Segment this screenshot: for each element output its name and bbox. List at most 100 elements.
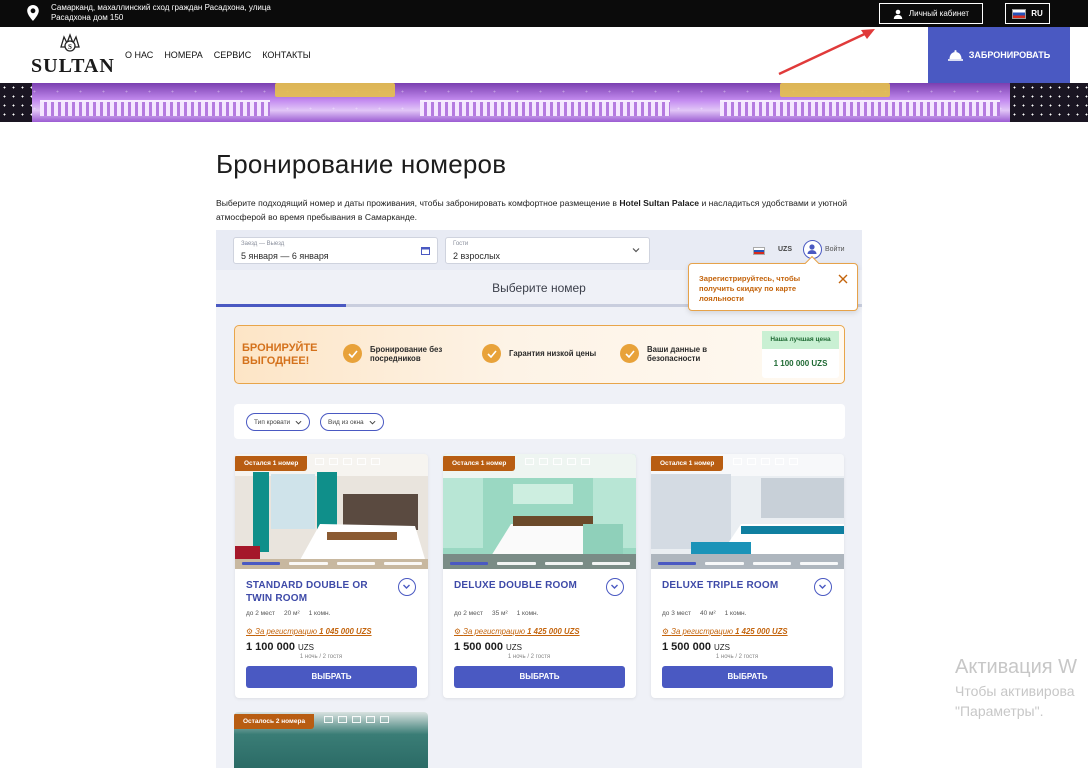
- language-switcher[interactable]: RU: [1005, 3, 1050, 24]
- loyalty-price-value: 1 425 000 UZS: [735, 627, 788, 636]
- room-photo-image: [443, 454, 636, 569]
- medal-icon: ⚙: [454, 627, 464, 636]
- photo-carousel-dots: [242, 562, 422, 565]
- select-room-button[interactable]: ВЫБРАТЬ: [662, 666, 833, 688]
- nav-item-contacts[interactable]: КОНТАКТЫ: [262, 50, 311, 60]
- promo-item-no-intermediaries: Бронирование без посредников: [343, 344, 452, 363]
- carousel-dot[interactable]: [591, 562, 630, 565]
- book-now-label: ЗАБРОНИРОВАТЬ: [968, 50, 1051, 60]
- guests-field[interactable]: Гости 2 взрослых: [445, 237, 650, 264]
- safe-icon: [366, 716, 375, 723]
- close-icon[interactable]: [838, 274, 848, 284]
- intro-text-start: Выберите подходящий номер и даты прожива…: [216, 198, 620, 208]
- tv-icon: [553, 458, 562, 465]
- nav-item-about[interactable]: О НАС: [125, 50, 153, 60]
- medal-icon: ⚙: [662, 627, 672, 636]
- filter-bed-type[interactable]: Тип кровати: [246, 413, 311, 431]
- bell-icon: [947, 49, 963, 61]
- dates-field[interactable]: Заезд — Выезд 5 января — 6 января: [233, 237, 438, 264]
- nav-item-rooms[interactable]: НОМЕРА: [164, 50, 202, 60]
- carousel-dot[interactable]: [544, 562, 583, 565]
- select-room-button[interactable]: ВЫБРАТЬ: [246, 666, 417, 688]
- room-name[interactable]: DELUXE TRIPLE ROOM: [662, 579, 812, 592]
- amenity-icons: [733, 458, 798, 465]
- room-capacity: до 2 мест: [454, 610, 483, 617]
- best-price-value: 1 100 000 UZS: [773, 359, 828, 368]
- carousel-dot[interactable]: [289, 562, 328, 565]
- tooltip-text: Зарегистрируйтесь, чтобы получить скидку…: [699, 274, 801, 303]
- price-value: 1 500 000: [662, 641, 711, 653]
- filter-window-view[interactable]: Вид из окна: [320, 413, 384, 431]
- medal-icon: ⚙: [246, 627, 256, 636]
- promo-item-text: Гарантия низкой цены: [509, 349, 597, 358]
- ac-icon: [315, 458, 324, 465]
- room-card-partial: Осталось 2 номера: [234, 712, 428, 768]
- carousel-dot[interactable]: [450, 562, 489, 565]
- intro-hotel-name: Hotel Sultan Palace: [619, 198, 700, 208]
- hero-banner-image: [0, 83, 1088, 122]
- carousel-dot[interactable]: [799, 562, 838, 565]
- promo-banner: БРОНИРУЙТЕ ВЫГОДНЕЕ! Бронирование без по…: [234, 325, 845, 384]
- hero-night-sky-left: [0, 83, 32, 122]
- room-name[interactable]: DELUXE DOUBLE ROOM: [454, 579, 604, 592]
- carousel-dot[interactable]: [705, 562, 744, 565]
- book-now-button[interactable]: ЗАБРОНИРОВАТЬ: [928, 27, 1070, 83]
- address-line-2: Расадхона дом 150: [51, 13, 124, 22]
- best-price-tag: Наша лучшая цена: [762, 331, 839, 349]
- user-icon: [807, 244, 817, 254]
- loyalty-price-prefix: За регистрацию: [671, 627, 733, 636]
- room-photo[interactable]: Остался 1 номер: [235, 454, 428, 569]
- top-info-bar: Самарканд, махаллинский сход граждан Рас…: [0, 0, 1088, 27]
- expand-button[interactable]: [606, 578, 624, 596]
- carousel-dot[interactable]: [383, 562, 422, 565]
- shower-icon: [380, 716, 389, 723]
- hero-balustrade-center: [420, 102, 670, 116]
- login-link[interactable]: Войти: [825, 246, 845, 253]
- hotel-address: Самарканд, махаллинский сход граждан Рас…: [51, 3, 291, 23]
- room-photo[interactable]: Остался 1 номер: [651, 454, 844, 569]
- price-currency: UZS: [714, 643, 730, 652]
- chevron-down-icon: [632, 248, 640, 253]
- carousel-dot[interactable]: [336, 562, 375, 565]
- price-per: 1 ночь / 2 гостя: [299, 654, 343, 660]
- room-card-deluxe-double: Остался 1 номер DELUXE DOUBLE ROOM до 2 …: [443, 454, 636, 698]
- room-photo-image: [651, 454, 844, 569]
- amenity-icons: [324, 716, 389, 723]
- carousel-dot[interactable]: [752, 562, 791, 565]
- carousel-dot[interactable]: [658, 562, 697, 565]
- room-price: 1 500 000 UZS: [662, 641, 730, 653]
- select-room-button[interactable]: ВЫБРАТЬ: [454, 666, 625, 688]
- loyalty-price[interactable]: ⚙ За регистрацию 1 045 000 UZS: [246, 627, 372, 636]
- loyalty-price-prefix: За регистрацию: [463, 627, 525, 636]
- loyalty-price[interactable]: ⚙ За регистрацию 1 425 000 UZS: [662, 627, 788, 636]
- loyalty-price[interactable]: ⚙ За регистрацию 1 425 000 UZS: [454, 627, 580, 636]
- loyalty-price-value: 1 425 000 UZS: [527, 627, 580, 636]
- photo-carousel-dots: [658, 562, 838, 565]
- expand-button[interactable]: [398, 578, 416, 596]
- room-photo[interactable]: Остался 1 номер: [443, 454, 636, 569]
- room-price: 1 500 000 UZS: [454, 641, 522, 653]
- ac-icon: [324, 716, 333, 723]
- carousel-dot[interactable]: [497, 562, 536, 565]
- nav-item-service[interactable]: СЕРВИС: [214, 50, 251, 60]
- hotel-logo[interactable]: S SULTAN: [31, 33, 114, 79]
- room-features: до 3 мест 40 м² 1 комн.: [662, 610, 746, 617]
- carousel-dot[interactable]: [242, 562, 281, 565]
- filter-label: Тип кровати: [254, 418, 291, 426]
- room-count: 1 комн.: [308, 610, 331, 617]
- personal-cabinet-button[interactable]: Личный кабинет: [879, 3, 983, 24]
- promo-item-text: Ваши данные в безопасности: [647, 344, 708, 363]
- chevron-down-icon: [819, 584, 826, 589]
- promo-headline: БРОНИРУЙТЕ ВЫГОДНЕЕ!: [242, 342, 318, 367]
- ac-icon: [525, 458, 534, 465]
- room-name[interactable]: STANDARD DOUBLE OR TWIN ROOM: [246, 579, 396, 605]
- guests-value: 2 взрослых: [453, 251, 501, 261]
- availability-badge: Осталось 2 номера: [234, 714, 315, 729]
- check-icon: [620, 344, 639, 363]
- currency-switcher[interactable]: UZS: [778, 246, 792, 253]
- promo-item-text: Бронирование без посредников: [370, 344, 443, 363]
- amenity-icons: [315, 458, 380, 465]
- expand-button[interactable]: [814, 578, 832, 596]
- ru-flag-icon[interactable]: [753, 247, 765, 255]
- page-title: Бронирование номеров: [216, 149, 507, 179]
